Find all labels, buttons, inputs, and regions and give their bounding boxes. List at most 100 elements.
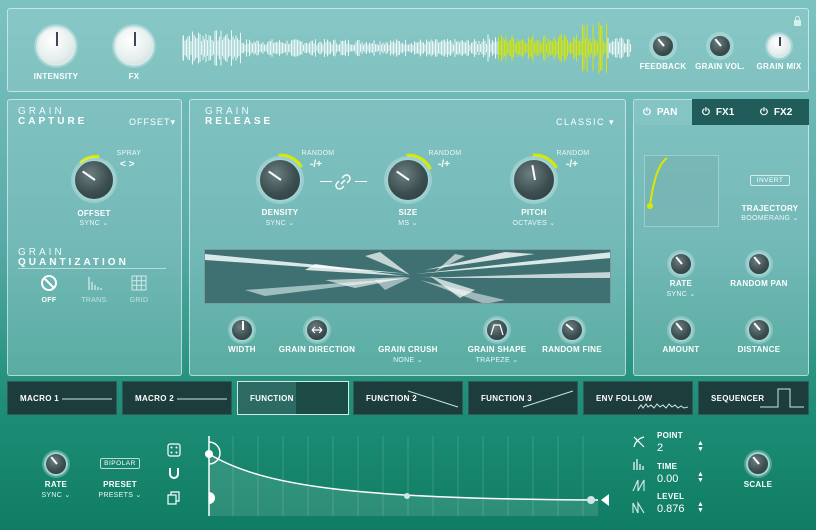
power-icon: ⏻ bbox=[760, 106, 768, 118]
pan-rate-knob[interactable] bbox=[669, 252, 693, 276]
trajectory-value: BOOMERANG bbox=[741, 215, 791, 222]
bipolar-button[interactable]: BIPOLAR bbox=[100, 458, 140, 469]
random-pan-label: RANDOM PAN bbox=[730, 279, 788, 288]
magnet-icon[interactable] bbox=[167, 466, 181, 485]
envelope-point[interactable] bbox=[404, 493, 410, 499]
tab-fx2[interactable]: ⏻ FX2 bbox=[750, 99, 809, 125]
distance-knob[interactable] bbox=[747, 318, 771, 342]
grid-icon bbox=[131, 275, 147, 291]
density-sub-dropdown[interactable]: SYNC ⌄ bbox=[249, 219, 311, 227]
tab-env-follow[interactable]: ENV FOLLOW bbox=[583, 381, 693, 415]
invert-button[interactable]: INVERT bbox=[750, 175, 790, 186]
link-icon[interactable] bbox=[334, 173, 352, 196]
grain-vol-knob[interactable] bbox=[708, 34, 732, 58]
point-stepper[interactable]: ▲ ▼ bbox=[697, 440, 704, 453]
copy-icon[interactable] bbox=[167, 491, 181, 510]
function-3-preview bbox=[523, 390, 573, 408]
size-knob[interactable] bbox=[386, 158, 430, 202]
grain-crush-value: NONE bbox=[393, 357, 415, 364]
pan-trajectory-pad[interactable] bbox=[644, 155, 719, 227]
offset-sub-dropdown[interactable]: SYNC ⌄ bbox=[64, 219, 124, 227]
grain-mix-label: GRAIN MIX bbox=[756, 62, 802, 71]
width-knob[interactable] bbox=[230, 318, 254, 342]
grain-direction-knob[interactable] bbox=[305, 318, 329, 342]
grain-shape-knob[interactable] bbox=[485, 318, 509, 342]
tab-macro-2[interactable]: MACRO 2 bbox=[122, 381, 232, 415]
density-knob[interactable] bbox=[258, 158, 302, 202]
pitch-sub-value: OCTAVES bbox=[512, 220, 548, 227]
pitch-label: PITCH bbox=[521, 208, 547, 217]
size-sub-dropdown[interactable]: MS ⌄ bbox=[377, 219, 439, 227]
tab-function-3[interactable]: FUNCTION 3 bbox=[468, 381, 578, 415]
capture-mode-dropdown[interactable]: OFFSET▾ bbox=[129, 117, 176, 128]
release-mode-dropdown[interactable]: CLASSIC ▾ bbox=[556, 117, 615, 128]
density-random-value[interactable]: -/+ bbox=[310, 159, 322, 170]
invert-label: INVERT bbox=[756, 177, 784, 184]
time-stepper[interactable]: ▲ ▼ bbox=[697, 471, 704, 484]
tab-pan[interactable]: ⏻ PAN bbox=[633, 99, 692, 125]
pan-rate-value: SYNC bbox=[666, 291, 688, 298]
preset-value: PRESETS bbox=[98, 492, 134, 499]
preset-dropdown[interactable]: PRESETS ⌄ bbox=[90, 491, 150, 499]
level-stepper[interactable]: ▲ ▼ bbox=[697, 501, 704, 514]
tool-saw-icon[interactable] bbox=[632, 478, 646, 497]
chevron-down-icon: ▼ bbox=[697, 477, 704, 484]
fx-knob[interactable] bbox=[114, 26, 154, 66]
chevron-down-icon: ▼ bbox=[697, 507, 704, 514]
trajectory-curve bbox=[647, 157, 668, 209]
tool-bars-icon[interactable] bbox=[632, 457, 646, 476]
scale-knob[interactable] bbox=[746, 452, 770, 476]
lock-icon[interactable] bbox=[793, 13, 802, 26]
chevron-down-icon: ⌄ bbox=[512, 357, 519, 364]
function-rate-knob[interactable] bbox=[44, 452, 68, 476]
distance-label: DISTANCE bbox=[737, 345, 781, 354]
time-label: TIME bbox=[657, 462, 678, 471]
tab-macro-1[interactable]: MACRO 1 bbox=[7, 381, 117, 415]
amount-knob[interactable] bbox=[669, 318, 693, 342]
grain-capture-title: GRAIN CAPTURE bbox=[18, 107, 87, 127]
grain-crush-dropdown[interactable]: NONE ⌄ bbox=[377, 356, 439, 364]
density-sub-value: SYNC bbox=[265, 220, 287, 227]
intensity-knob[interactable] bbox=[36, 26, 76, 66]
tool-steps-icon[interactable] bbox=[632, 500, 646, 519]
quant-off-label: OFF bbox=[41, 297, 57, 304]
random-fine-knob[interactable] bbox=[560, 318, 584, 342]
grain-crush-label: GRAIN CRUSH bbox=[378, 345, 438, 354]
pan-rate-dropdown[interactable]: SYNC ⌄ bbox=[651, 290, 711, 298]
offset-knob[interactable] bbox=[73, 159, 115, 201]
feedback-knob[interactable] bbox=[651, 34, 675, 58]
waveform-display[interactable] bbox=[182, 20, 632, 76]
point-value[interactable]: 2 bbox=[657, 442, 663, 454]
pitch-sub-dropdown[interactable]: OCTAVES ⌄ bbox=[503, 219, 565, 227]
power-icon: ⏻ bbox=[643, 106, 651, 118]
trajectory-dropdown[interactable]: BOOMERANG ⌄ bbox=[735, 214, 805, 222]
grain-visualizer bbox=[204, 249, 611, 304]
envelope-point[interactable] bbox=[587, 496, 595, 504]
tab-sequencer[interactable]: SEQUENCER bbox=[698, 381, 809, 415]
grain-direction-label: GRAIN DIRECTION bbox=[278, 345, 356, 354]
tab-sequencer-label: SEQUENCER bbox=[711, 393, 765, 403]
grain-shape-dropdown[interactable]: TRAPEZE ⌄ bbox=[466, 356, 528, 364]
quant-trans-button[interactable]: TRANS. bbox=[80, 274, 110, 304]
grain-mix-knob[interactable] bbox=[767, 34, 791, 58]
spray-symbol[interactable]: < > bbox=[120, 159, 134, 170]
trajectory-label: TRAJECTORY bbox=[741, 204, 799, 213]
level-value[interactable]: 0.876 bbox=[657, 503, 685, 515]
time-value[interactable]: 0.00 bbox=[657, 473, 678, 485]
random-pan-knob[interactable] bbox=[747, 252, 771, 276]
function-envelope-editor[interactable] bbox=[203, 436, 623, 516]
function-rate-dropdown[interactable]: SYNC ⌄ bbox=[26, 491, 86, 499]
tab-function-1[interactable]: FUNCTION 1 bbox=[237, 381, 349, 415]
dice-icon[interactable] bbox=[167, 443, 181, 462]
tab-fx1[interactable]: ⏻ FX1 bbox=[692, 99, 750, 125]
link-divider-right bbox=[355, 181, 367, 182]
size-random-value[interactable]: -/+ bbox=[438, 159, 450, 170]
point-label: POINT bbox=[657, 431, 683, 440]
tab-function-2[interactable]: FUNCTION 2 bbox=[353, 381, 463, 415]
quant-grid-button[interactable]: GRID bbox=[124, 274, 154, 304]
quant-off-button[interactable]: OFF bbox=[34, 274, 64, 304]
tool-curve-icon[interactable] bbox=[632, 435, 646, 454]
pitch-random-value[interactable]: -/+ bbox=[566, 159, 578, 170]
pitch-knob[interactable] bbox=[512, 158, 556, 202]
off-circle-icon bbox=[41, 275, 57, 291]
